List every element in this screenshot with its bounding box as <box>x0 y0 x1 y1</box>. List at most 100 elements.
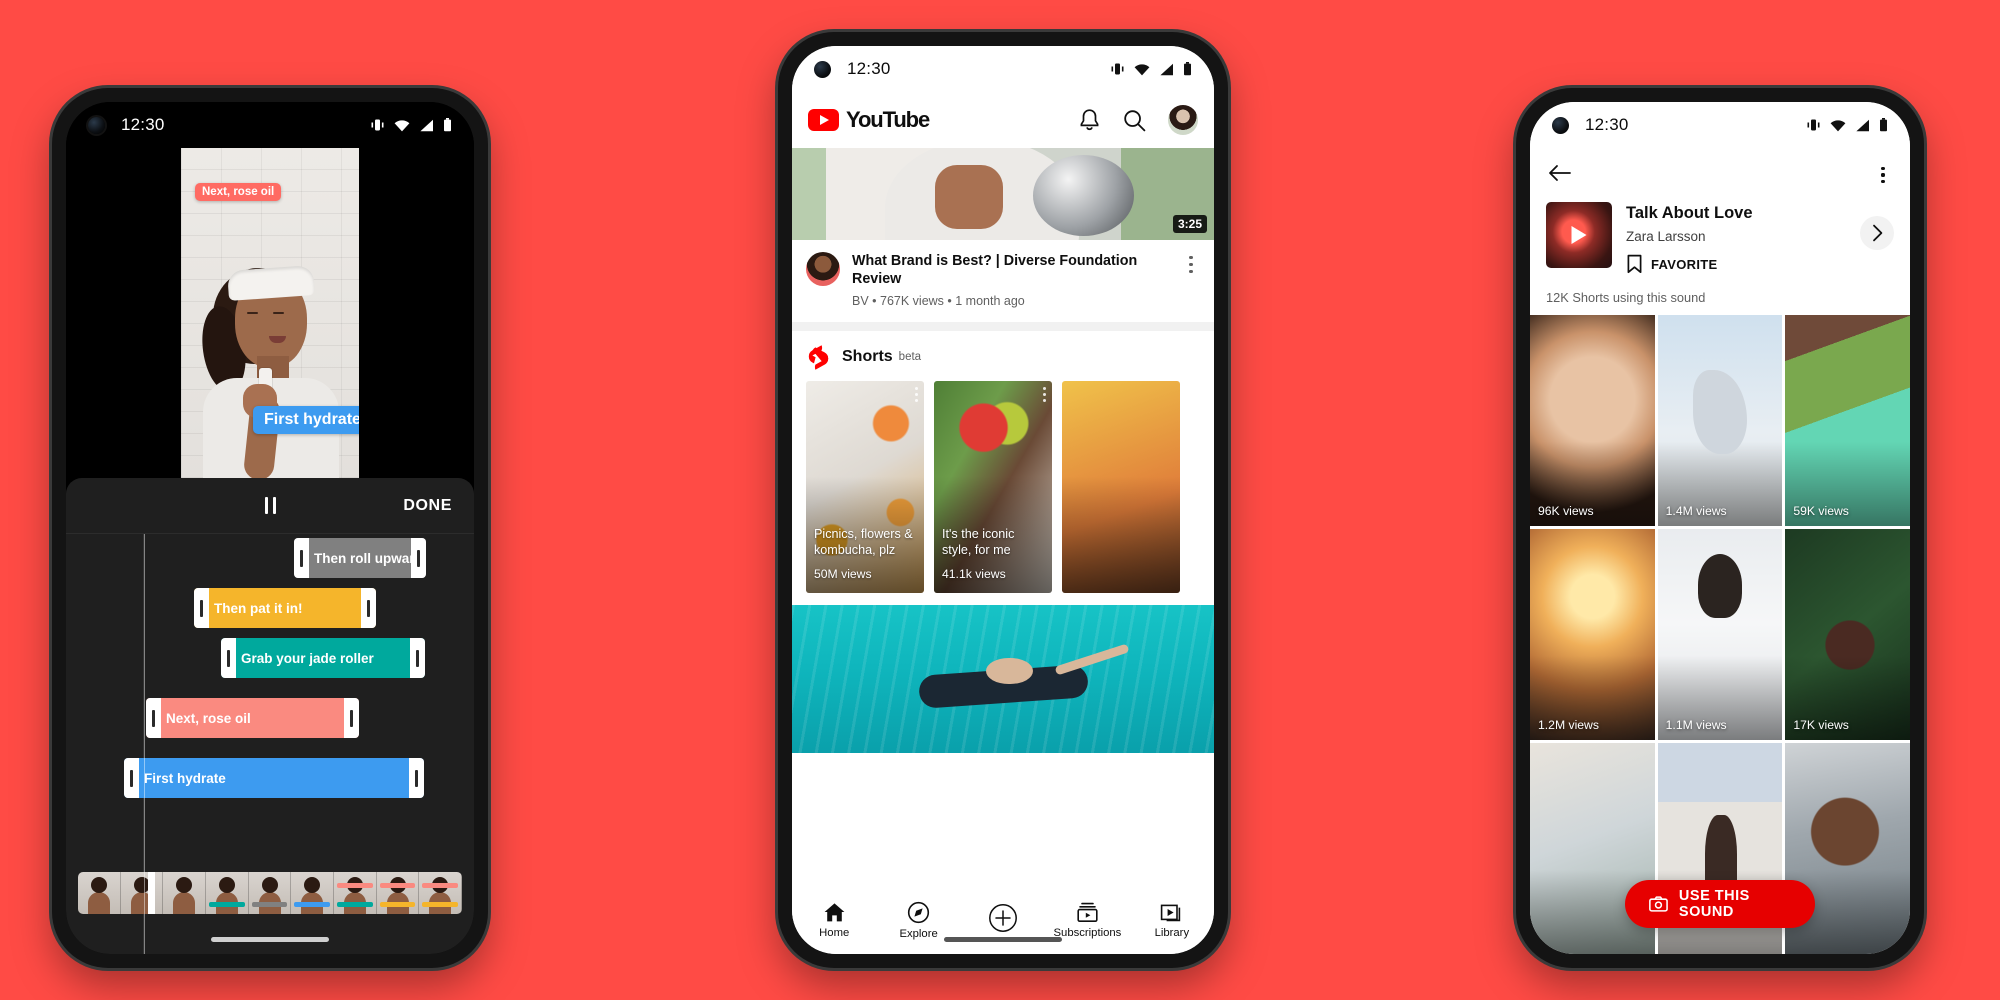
kebab-menu-icon[interactable] <box>1874 163 1892 184</box>
shorts-card[interactable]: Picnics, flowers & kombucha, plz 50M vie… <box>806 380 924 593</box>
grid-item-views: 59K views <box>1793 504 1849 518</box>
channel-avatar[interactable] <box>806 252 840 286</box>
screen-sound-page: 12:30 Talk About Love Zara Larsson FAVOR… <box>1530 102 1910 954</box>
compass-icon <box>908 901 930 923</box>
kebab-menu-icon[interactable] <box>915 386 918 402</box>
shorts-title: Shorts <box>842 348 893 366</box>
status-icons <box>370 118 452 132</box>
clip-handle-left[interactable] <box>294 538 309 578</box>
sound-thumbnail[interactable] <box>1546 202 1612 268</box>
tab-label: Subscriptions <box>1053 926 1122 939</box>
kebab-menu-icon[interactable] <box>1043 386 1046 402</box>
front-camera-icon <box>814 60 831 78</box>
timeline-clip[interactable]: First hydrate <box>124 758 424 798</box>
youtube-feed[interactable]: 3:25 What Brand is Best? | Diverse Found… <box>792 148 1214 892</box>
app-bar <box>1530 148 1910 198</box>
tab-create[interactable] <box>961 903 1045 937</box>
screen-youtube: 12:30 YouTube 3:25 What Brand is Best? |… <box>792 46 1214 954</box>
shorts-card-views: 41.1k views <box>942 566 1006 581</box>
timeline-clip[interactable]: Grab your jade roller <box>221 638 425 678</box>
clip-label: Next, rose oil <box>166 710 251 726</box>
clip-handle-right[interactable] <box>361 588 376 628</box>
shorts-card[interactable]: It's the iconic style, for me 41.1k view… <box>934 380 1052 593</box>
tab-subscriptions[interactable]: Subscriptions <box>1045 902 1129 939</box>
status-icons <box>1110 62 1192 76</box>
tab-library[interactable]: Library <box>1130 902 1214 939</box>
back-arrow-icon[interactable] <box>1548 163 1572 183</box>
video-title[interactable]: What Brand is Best? | Diverse Foundation… <box>852 252 1170 289</box>
sound-detail-chevron[interactable] <box>1860 216 1894 250</box>
timeline-clip[interactable]: Then pat it in! <box>194 588 376 628</box>
sound-info-row[interactable]: Talk About Love Zara Larsson FAVORITE <box>1530 198 1910 274</box>
caption-overlay-first-hydrate[interactable]: First hydrate <box>253 406 359 434</box>
clip-handle-right[interactable] <box>409 758 424 798</box>
grid-item[interactable]: 59K views <box>1785 315 1910 526</box>
subscriptions-icon <box>1077 902 1098 922</box>
timeline-clip[interactable]: Next, rose oil <box>146 698 359 738</box>
bell-icon[interactable] <box>1078 108 1101 133</box>
video-thumbnail[interactable]: 3:25 <box>792 148 1214 240</box>
shorts-card-title: Picnics, flowers & kombucha, plz <box>814 527 913 557</box>
grid-item[interactable]: 1.1M views <box>1657 529 1783 740</box>
timeline-playhead[interactable] <box>144 534 145 954</box>
tab-label: Home <box>819 926 850 939</box>
phone-mockup-sound-page: 12:30 Talk About Love Zara Larsson FAVOR… <box>1516 88 1924 968</box>
clip-label: First hydrate <box>144 770 226 786</box>
grid-item-views: 17K views <box>1793 718 1849 732</box>
clip-handle-right[interactable] <box>410 638 425 678</box>
clip-handle-right[interactable] <box>411 538 426 578</box>
wifi-icon <box>394 119 410 131</box>
shorts-card[interactable] <box>1062 380 1180 593</box>
sound-artist: Zara Larsson <box>1626 229 1706 244</box>
plus-circle-icon <box>989 904 1017 932</box>
signal-icon <box>1160 63 1173 75</box>
shorts-logo-icon <box>806 344 831 371</box>
youtube-wordmark: YouTube <box>846 107 930 132</box>
clip-handle-left[interactable] <box>194 588 209 628</box>
clip-handle-left[interactable] <box>146 698 161 738</box>
battery-icon <box>1184 62 1191 76</box>
video-preview[interactable]: Next, rose oil First hydrate <box>66 148 474 478</box>
shorts-grid[interactable]: 96K views 1.4M views 59K views 1.2M view… <box>1530 315 1910 954</box>
done-button[interactable]: DONE <box>403 497 452 515</box>
screen-editor: 12:30 Next, rose oil First hydrate DONE … <box>66 102 474 954</box>
header-actions <box>1078 105 1198 135</box>
status-bar: 12:30 <box>66 102 474 148</box>
search-icon[interactable] <box>1123 109 1146 132</box>
grid-item[interactable]: 1.2M views <box>1530 529 1655 740</box>
home-indicator <box>211 937 329 942</box>
video-subtitle: BV • 767K views • 1 month ago <box>852 293 1025 308</box>
filmstrip-scrubber[interactable] <box>78 872 462 914</box>
tab-home[interactable]: Home <box>792 902 876 939</box>
clip-label: Then roll upward! <box>314 550 426 566</box>
avatar[interactable] <box>1168 105 1198 135</box>
tab-explore[interactable]: Explore <box>876 901 960 940</box>
pause-icon[interactable] <box>264 497 276 514</box>
status-time: 12:30 <box>847 59 891 78</box>
filmstrip-playhead[interactable] <box>148 872 155 914</box>
clip-handle-right[interactable] <box>344 698 359 738</box>
youtube-logo[interactable]: YouTube <box>808 107 930 133</box>
timeline-clip[interactable]: Then roll upward! <box>294 538 426 578</box>
sound-title: Talk About Love <box>1626 204 1753 222</box>
bottom-navigation: Home Explore Subscriptions Library <box>792 892 1214 954</box>
kebab-menu-icon[interactable] <box>1182 252 1200 308</box>
clip-handle-left[interactable] <box>124 758 139 798</box>
use-this-sound-button[interactable]: USE THIS SOUND <box>1625 880 1815 928</box>
use-this-sound-label: USE THIS SOUND <box>1678 888 1750 920</box>
favorite-button[interactable]: FAVORITE <box>1626 254 1846 274</box>
video-meta-row[interactable]: What Brand is Best? | Diverse Foundation… <box>792 240 1214 322</box>
video-duration: 3:25 <box>1172 215 1207 233</box>
shorts-carousel[interactable]: Picnics, flowers & kombucha, plz 50M vie… <box>792 380 1214 605</box>
grid-item-views: 1.1M views <box>1665 718 1727 732</box>
next-video-thumbnail[interactable] <box>792 604 1214 753</box>
chevron-right-icon <box>1872 224 1882 242</box>
grid-item[interactable]: 96K views <box>1530 315 1655 526</box>
grid-item[interactable]: 17K views <box>1785 529 1910 740</box>
grid-item[interactable]: 1.4M views <box>1657 315 1783 526</box>
caption-overlay-rose-oil[interactable]: Next, rose oil <box>195 183 282 201</box>
vibrate-icon <box>1807 119 1820 131</box>
shorts-count-label: 12K Shorts using this sound <box>1546 290 1706 305</box>
camera-icon <box>1649 896 1668 912</box>
clip-handle-left[interactable] <box>221 638 236 678</box>
